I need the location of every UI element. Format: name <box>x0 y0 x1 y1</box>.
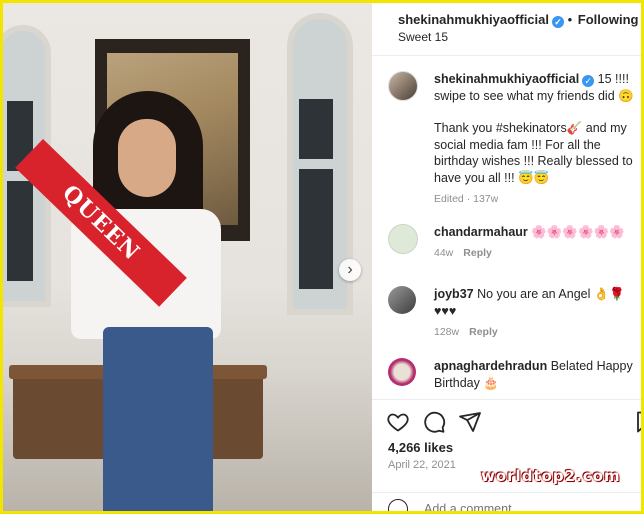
next-arrow-icon[interactable]: › <box>339 259 361 281</box>
watermark: worldtop2.com <box>481 467 621 485</box>
avatar[interactable] <box>388 224 418 254</box>
avatar[interactable] <box>388 286 416 314</box>
post-location[interactable]: Sweet 15 <box>398 30 448 44</box>
add-comment-bar <box>372 492 641 511</box>
screenshot-frame: QUEEN › shekinahmukhiyaofficial ✓ • Follo… <box>3 3 641 511</box>
verified-badge-icon: ✓ <box>552 16 564 28</box>
post-photo[interactable]: QUEEN › <box>3 3 372 511</box>
post-header: shekinahmukhiyaofficial ✓ • Following Swe… <box>372 3 641 56</box>
comment-username[interactable]: joyb37 <box>434 287 474 301</box>
comments-scroll[interactable]: shekinahmukhiyaofficial ✓ 15 !!!! swipe t… <box>372 56 641 396</box>
reply-button[interactable]: Reply <box>469 326 498 338</box>
verified-badge-icon: ✓ <box>582 75 595 87</box>
following-button[interactable]: Following <box>578 12 639 27</box>
header-username[interactable]: shekinahmukhiyaofficial <box>398 12 549 27</box>
post-caption: shekinahmukhiyaofficial ✓ 15 !!!! swipe t… <box>434 71 634 208</box>
comment-username[interactable]: apnaghardehradun <box>434 359 547 373</box>
action-bar <box>372 399 641 440</box>
caption-text-2: Thank you #shekinators🎸 and my social me… <box>434 121 633 185</box>
avatar[interactable] <box>388 358 416 386</box>
comment-text: 🌸🌸🌸🌸🌸🌸 <box>531 225 625 239</box>
caption-meta: Edited · 137w <box>434 193 499 205</box>
save-icon[interactable] <box>634 410 641 434</box>
likes-count[interactable]: 4,266 likes <box>388 440 453 455</box>
post-date: April 22, 2021 <box>388 459 456 471</box>
share-icon[interactable] <box>458 410 482 434</box>
comment-time: 44w <box>434 247 454 259</box>
heart-icon[interactable] <box>386 410 410 434</box>
comment-time: 128w <box>434 326 460 338</box>
caption-username[interactable]: shekinahmukhiyaofficial <box>434 72 579 86</box>
avatar[interactable] <box>388 71 418 101</box>
add-comment-input[interactable] <box>422 501 626 511</box>
post-sidebar: shekinahmukhiyaofficial ✓ • Following Swe… <box>372 3 641 511</box>
emoji-icon[interactable] <box>388 499 408 511</box>
girl-figure <box>55 91 240 511</box>
comment-icon[interactable] <box>422 410 446 434</box>
comment-username[interactable]: chandarmahaur <box>434 225 528 239</box>
reply-button[interactable]: Reply <box>463 247 492 259</box>
